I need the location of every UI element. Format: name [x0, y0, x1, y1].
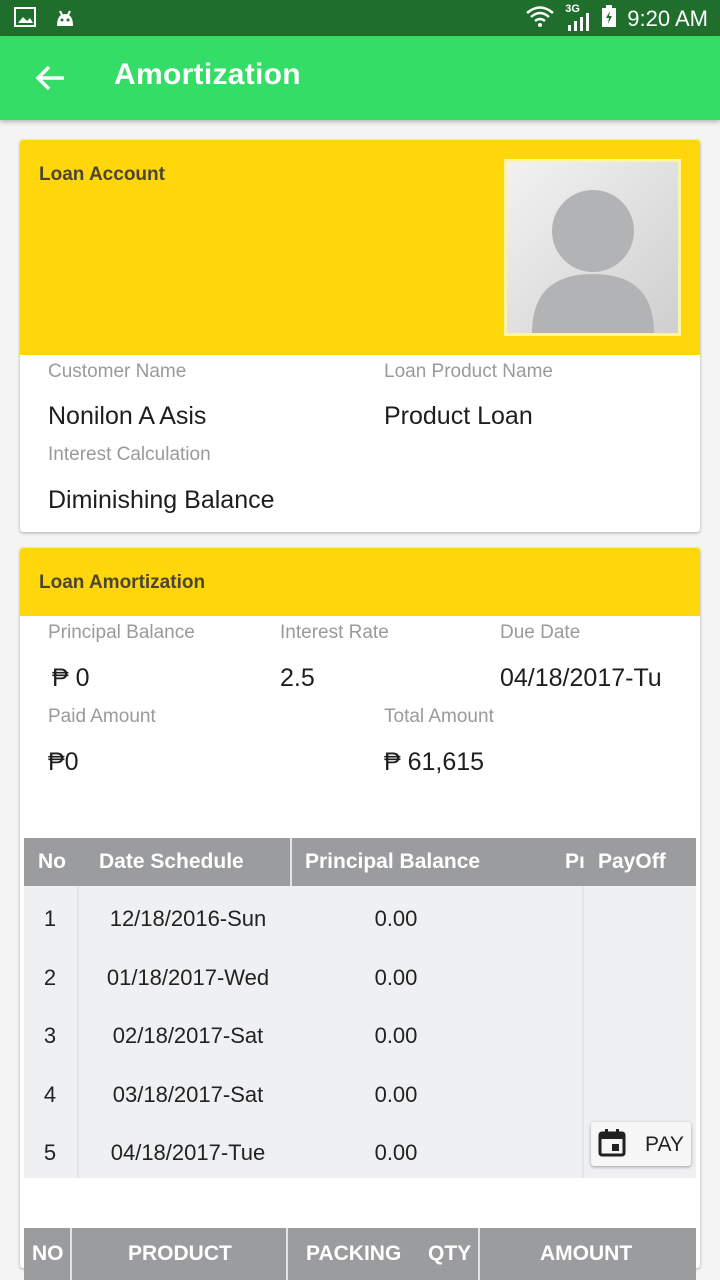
principal-balance-value: ₱ 0: [52, 664, 90, 692]
column-divider: [286, 1228, 288, 1280]
due-date-value: 04/18/2017-Tu: [500, 664, 662, 692]
row-balance: 0.00: [374, 1140, 418, 1165]
header-amount: AMOUNT: [540, 1242, 633, 1265]
schedule-table[interactable]: No Date Schedule Principal Balance Pı Pa…: [24, 838, 696, 1178]
row-date: 12/18/2016-Sun: [109, 906, 267, 931]
row-date: 04/18/2017-Tue: [110, 1140, 266, 1165]
loan-product-value: Product Loan: [384, 402, 533, 430]
interest-calculation-value: Diminishing Balance: [48, 486, 275, 514]
schedule-table-header: No Date Schedule Principal Balance Pı Pa…: [24, 838, 696, 886]
header-product: PRODUCT: [128, 1242, 232, 1265]
row-balance: 0.00: [374, 965, 418, 990]
column-divider: [290, 838, 292, 886]
customer-name-label: Customer Name: [48, 361, 187, 382]
image-icon: [14, 7, 36, 32]
app-bar: Amortization: [0, 36, 720, 120]
person-icon: [532, 190, 654, 333]
interest-rate-label: Interest Rate: [280, 622, 389, 643]
status-time: 9:20 AM: [627, 6, 708, 31]
loan-amortization-title: Loan Amortization: [39, 572, 206, 593]
principal-balance-label: Principal Balance: [48, 622, 195, 643]
header-qty: QTY: [428, 1242, 472, 1265]
header-pr-truncated: Pı: [565, 850, 585, 873]
header-no: NO: [32, 1242, 64, 1265]
wifi-icon: [525, 4, 555, 34]
header-no: No: [38, 850, 66, 873]
loan-amortization-header: Loan Amortization: [20, 548, 700, 616]
loan-account-card: Loan Account Customer Name Nonilon A Asi…: [20, 140, 700, 532]
row-date: 01/18/2017-Wed: [106, 965, 270, 990]
calendar-icon: [597, 1128, 627, 1158]
android-icon: [54, 6, 76, 33]
column-divider: [77, 886, 79, 1178]
arrow-left-icon[interactable]: [30, 58, 70, 98]
paid-amount-value: ₱0: [48, 748, 79, 776]
row-no: 2: [43, 965, 57, 990]
signal-icon: 3G: [565, 3, 591, 33]
header-date-schedule: Date Schedule: [99, 850, 244, 873]
column-divider: [478, 1228, 480, 1280]
row-date: 03/18/2017-Sat: [112, 1082, 264, 1107]
header-packing: PACKING: [306, 1242, 402, 1265]
header-payoff: PayOff: [598, 850, 666, 873]
battery-icon: [601, 4, 617, 34]
interest-rate-value: 2.5: [280, 664, 315, 692]
status-bar: 3G 9:20 AM: [0, 0, 720, 36]
row-no: 5: [43, 1140, 57, 1165]
avatar: [504, 159, 681, 336]
column-divider: [70, 1228, 72, 1280]
column-divider: [582, 886, 584, 1178]
row-no: 4: [43, 1082, 57, 1107]
paid-amount-label: Paid Amount: [48, 706, 156, 727]
row-balance: 0.00: [374, 906, 418, 931]
due-date-label: Due Date: [500, 622, 581, 643]
loan-product-label: Loan Product Name: [384, 361, 553, 382]
product-table-header: NO PRODUCT PACKING QTY AMOUNT: [24, 1228, 696, 1280]
row-no: 1: [43, 906, 57, 931]
interest-calculation-label: Interest Calculation: [48, 444, 211, 465]
loan-account-header: Loan Account: [20, 140, 700, 355]
customer-name-value: Nonilon A Asis: [48, 402, 207, 430]
total-amount-label: Total Amount: [384, 706, 494, 727]
row-date: 02/18/2017-Sat: [112, 1023, 264, 1048]
pay-button[interactable]: PAY: [591, 1122, 691, 1166]
row-balance: 0.00: [374, 1082, 418, 1107]
row-balance: 0.00: [374, 1023, 418, 1048]
header-principal-balance: Principal Balance: [305, 850, 481, 873]
loan-account-title: Loan Account: [39, 164, 165, 185]
pay-button-label: PAY: [645, 1133, 684, 1156]
total-amount-value: ₱ 61,615: [384, 748, 485, 776]
row-no: 3: [43, 1023, 57, 1048]
page-title: Amortization: [114, 58, 301, 91]
